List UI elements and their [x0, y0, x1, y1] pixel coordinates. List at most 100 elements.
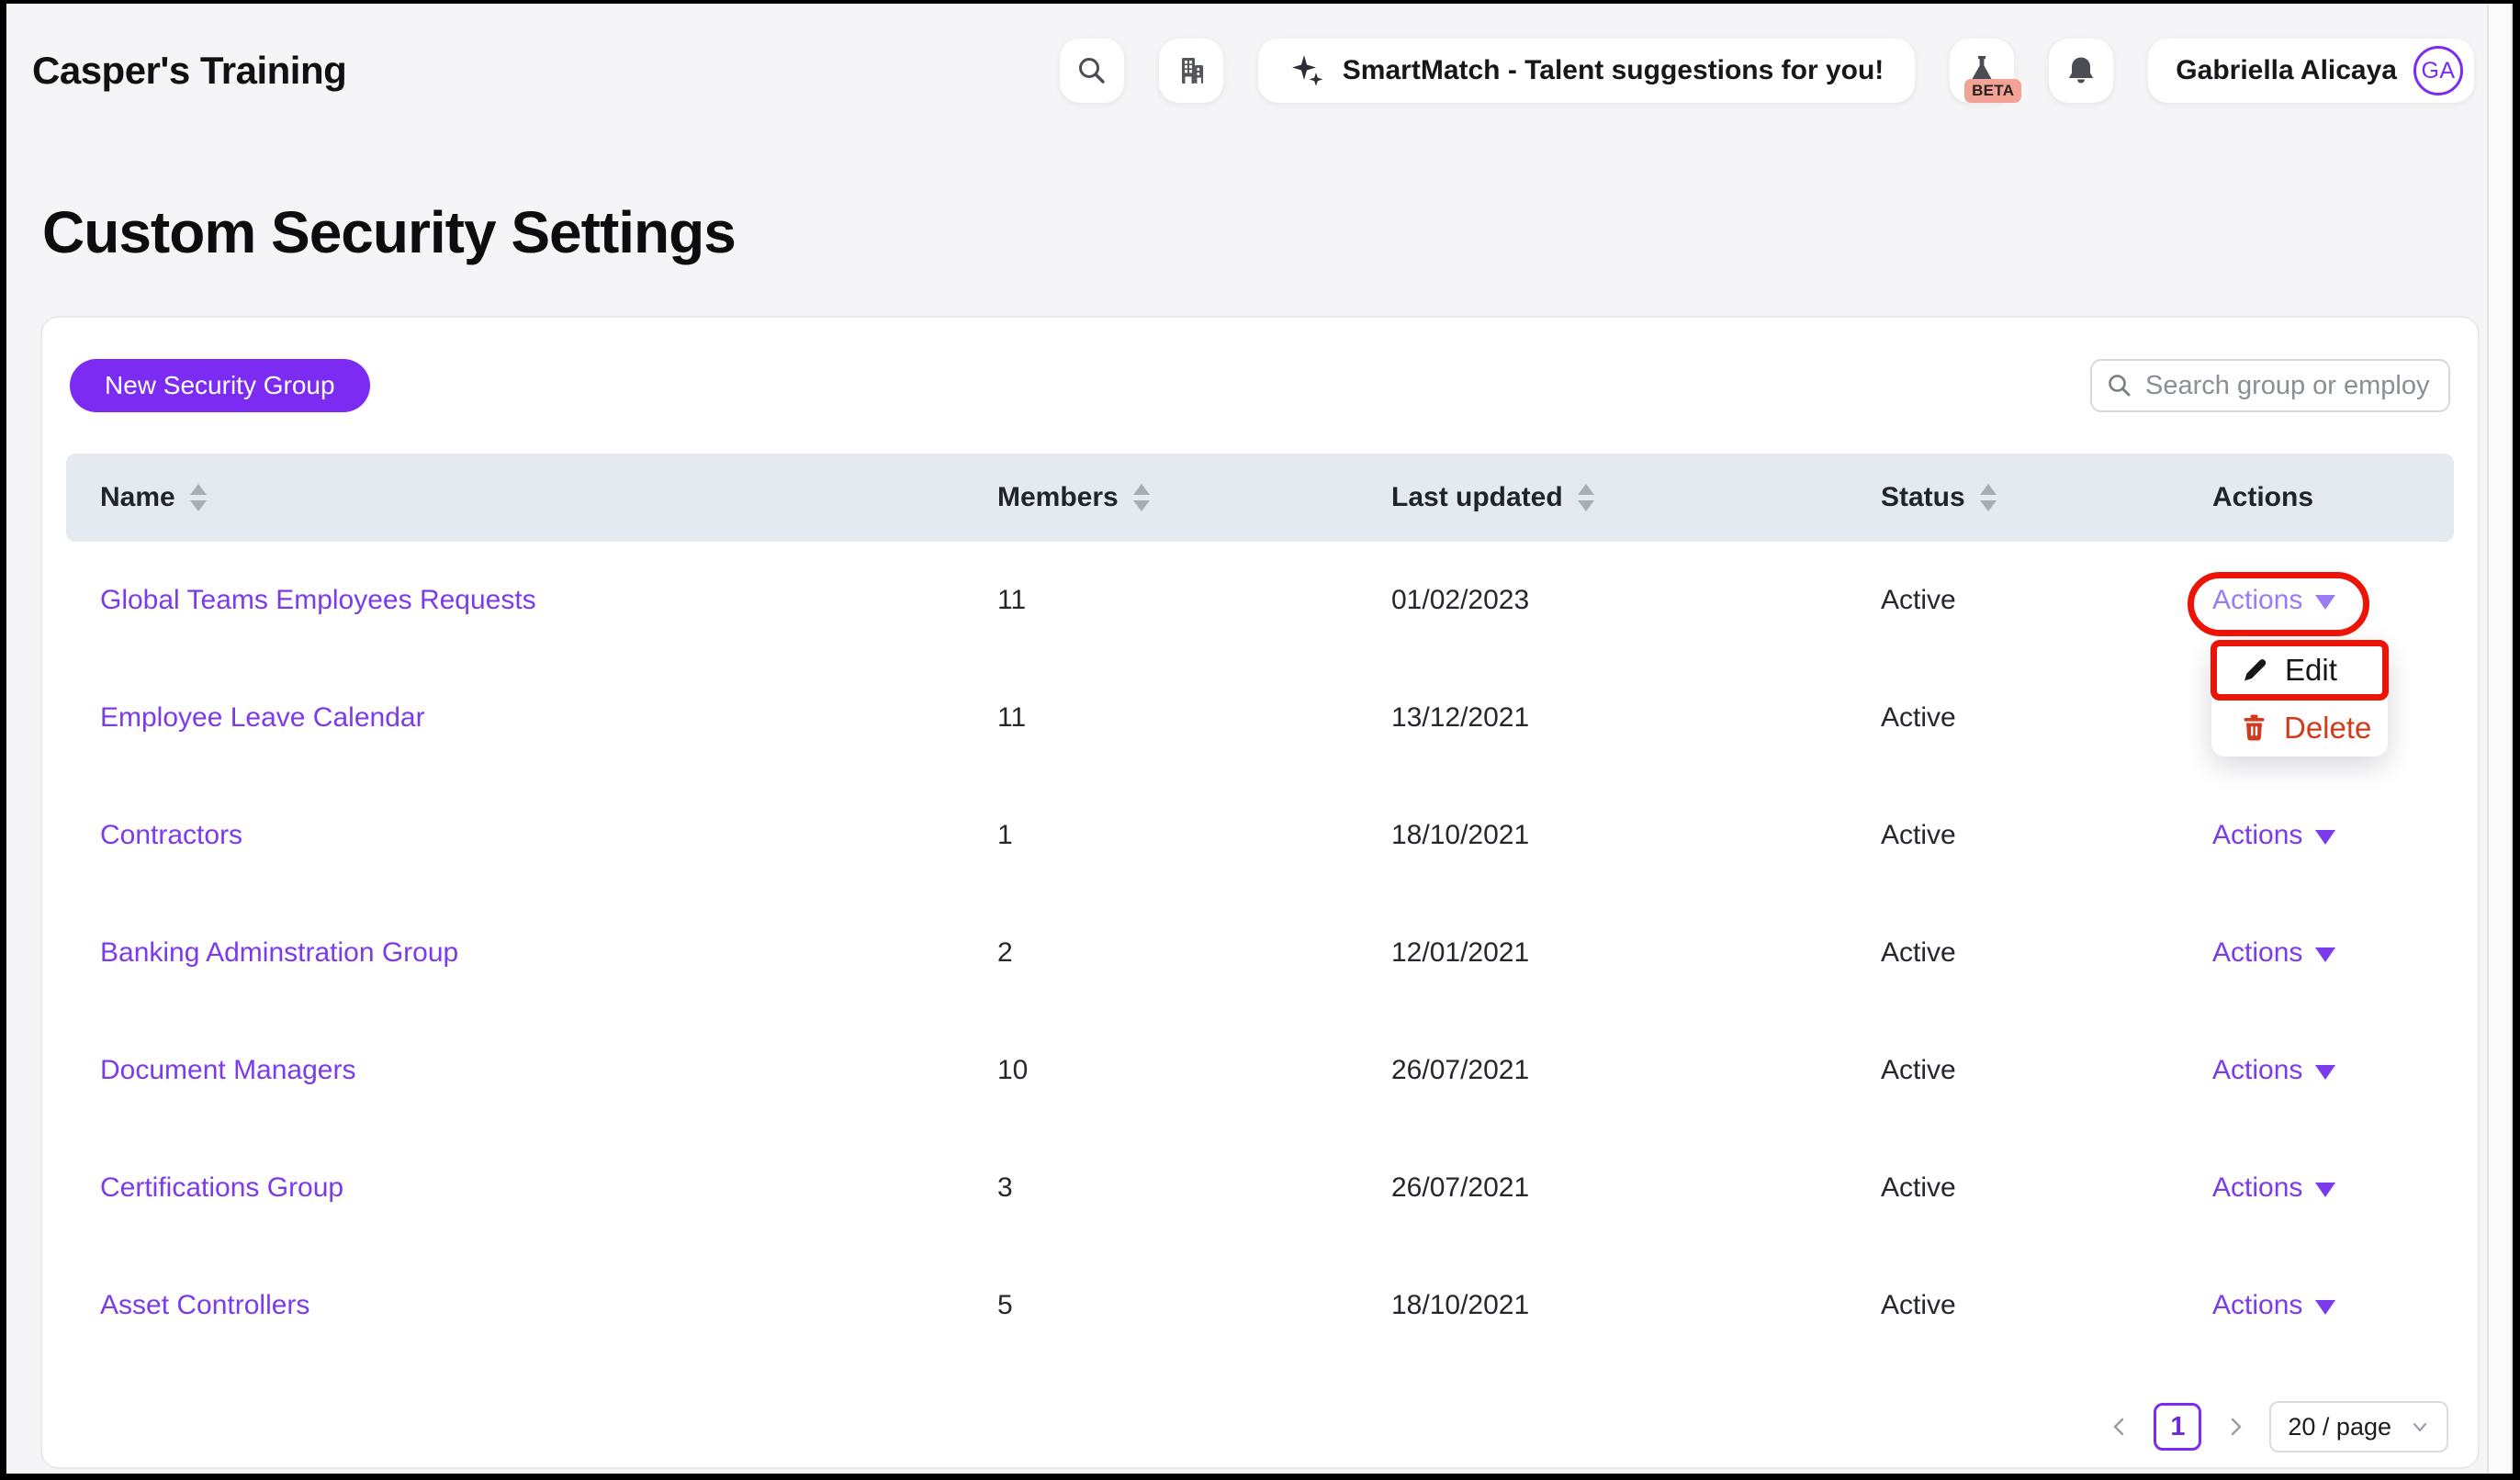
- actions-label: Actions: [2212, 1055, 2302, 1086]
- sort-icon: [190, 484, 207, 511]
- column-header-status[interactable]: Status: [1847, 482, 2178, 513]
- status-cell: Active: [1847, 820, 2178, 851]
- edit-label: Edit: [2285, 653, 2337, 688]
- status-cell: Active: [1847, 1055, 2178, 1086]
- column-label: Last updated: [1391, 482, 1563, 513]
- search-icon: [2107, 373, 2132, 398]
- table-row: Certifications Group 3 26/07/2021 Active…: [66, 1129, 2454, 1247]
- chevron-down-icon: [2315, 1183, 2335, 1197]
- app-window: Casper's Training: [6, 4, 2513, 1474]
- chevron-down-icon: [2410, 1417, 2430, 1437]
- table-row: Banking Adminstration Group 2 12/01/2021…: [66, 894, 2454, 1012]
- smartmatch-label: SmartMatch - Talent suggestions for you!: [1343, 55, 1884, 86]
- group-name-link[interactable]: Contractors: [100, 820, 242, 850]
- page-size-select[interactable]: 20 / page: [2269, 1401, 2448, 1452]
- status-cell: Active: [1847, 702, 2178, 734]
- group-name-link[interactable]: Global Teams Employees Requests: [100, 585, 536, 615]
- avatar: GA: [2413, 46, 2463, 95]
- trash-icon: [2241, 713, 2267, 742]
- app-title: Casper's Training: [32, 49, 346, 93]
- column-header-name[interactable]: Name: [66, 482, 963, 513]
- topbar-actions: SmartMatch - Talent suggestions for you!…: [1060, 39, 2474, 103]
- next-page-button[interactable]: [2222, 1413, 2249, 1441]
- scrollbar[interactable]: [2487, 4, 2513, 1474]
- group-name-link[interactable]: Document Managers: [100, 1055, 355, 1085]
- members-cell: 11: [963, 702, 1357, 734]
- actions-label: Actions: [2212, 937, 2302, 969]
- smartmatch-button[interactable]: SmartMatch - Talent suggestions for you!: [1258, 39, 1916, 103]
- chevron-down-icon: [2315, 947, 2335, 962]
- table-row: Contractors 1 18/10/2021 Active Actions: [66, 777, 2454, 894]
- building-icon: [1176, 55, 1207, 86]
- chevron-down-icon: [2315, 1300, 2335, 1315]
- column-header-members[interactable]: Members: [963, 482, 1357, 513]
- table-body: Global Teams Employees Requests 11 01/02…: [66, 542, 2454, 1364]
- last-updated-cell: 13/12/2021: [1357, 702, 1847, 734]
- actions-label: Actions: [2212, 1172, 2302, 1204]
- group-name-link[interactable]: Certifications Group: [100, 1172, 343, 1203]
- actions-dropdown-button[interactable]: Actions: [2212, 1172, 2335, 1204]
- table-row: Employee Leave Calendar 11 13/12/2021 Ac…: [66, 659, 2454, 777]
- delete-label: Delete: [2284, 711, 2371, 746]
- current-page-button[interactable]: 1: [2154, 1403, 2201, 1451]
- status-cell: Active: [1847, 1290, 2178, 1321]
- table-row: Document Managers 10 26/07/2021 Active A…: [66, 1012, 2454, 1129]
- column-label: Members: [997, 482, 1119, 513]
- search-icon: [1076, 55, 1108, 86]
- new-security-group-button[interactable]: New Security Group: [70, 359, 370, 412]
- members-cell: 10: [963, 1055, 1357, 1086]
- pencil-icon: [2241, 656, 2268, 684]
- actions-label: Actions: [2212, 585, 2302, 616]
- user-menu-button[interactable]: Gabriella Alicaya GA: [2148, 39, 2474, 103]
- last-updated-cell: 12/01/2021: [1357, 937, 1847, 969]
- last-updated-cell: 18/10/2021: [1357, 1290, 1847, 1321]
- delete-menu-item[interactable]: Delete: [2211, 699, 2388, 757]
- topbar: Casper's Training: [6, 4, 2487, 138]
- column-header-actions: Actions: [2178, 482, 2454, 513]
- page-title: Custom Security Settings: [42, 198, 736, 266]
- chevron-down-icon: [2315, 830, 2335, 845]
- actions-label: Actions: [2212, 1290, 2302, 1321]
- edit-menu-item[interactable]: Edit: [2211, 641, 2388, 699]
- actions-dropdown-menu: Edit Delete: [2211, 641, 2388, 757]
- column-label: Actions: [2212, 482, 2313, 513]
- company-button[interactable]: [1159, 39, 1223, 103]
- actions-dropdown-button[interactable]: Actions: [2212, 820, 2335, 851]
- sparkles-icon: [1289, 52, 1326, 89]
- bell-icon: [2064, 54, 2098, 87]
- page-size-value: 20 / page: [2288, 1413, 2391, 1441]
- actions-dropdown-button[interactable]: Actions: [2212, 937, 2335, 969]
- group-search-input[interactable]: [2145, 371, 2434, 401]
- members-cell: 2: [963, 937, 1357, 969]
- group-name-link[interactable]: Banking Adminstration Group: [100, 937, 458, 968]
- members-cell: 1: [963, 820, 1357, 851]
- prev-page-button[interactable]: [2106, 1413, 2133, 1441]
- group-name-link[interactable]: Employee Leave Calendar: [100, 702, 425, 733]
- column-header-last-updated[interactable]: Last updated: [1357, 482, 1847, 513]
- table-row: Asset Controllers 5 18/10/2021 Active Ac…: [66, 1247, 2454, 1364]
- security-groups-card: New Security Group Name Members: [40, 316, 2480, 1469]
- group-search-box[interactable]: [2090, 359, 2450, 412]
- pagination: 1 20 / page: [2106, 1401, 2448, 1452]
- notifications-button[interactable]: [2049, 39, 2113, 103]
- actions-dropdown-button[interactable]: Actions: [2212, 1290, 2335, 1321]
- actions-dropdown-button[interactable]: Actions: [2212, 585, 2335, 616]
- beta-lab-button[interactable]: BETA: [1950, 39, 2014, 103]
- beta-badge: BETA: [1964, 79, 2021, 103]
- actions-dropdown-button[interactable]: Actions: [2212, 1055, 2335, 1086]
- chevron-down-icon: [2315, 595, 2335, 610]
- last-updated-cell: 26/07/2021: [1357, 1172, 1847, 1204]
- chevron-down-icon: [2315, 1065, 2335, 1080]
- status-cell: Active: [1847, 585, 2178, 616]
- user-name: Gabriella Alicaya: [2176, 55, 2397, 86]
- group-name-link[interactable]: Asset Controllers: [100, 1290, 309, 1320]
- last-updated-cell: 18/10/2021: [1357, 820, 1847, 851]
- last-updated-cell: 01/02/2023: [1357, 585, 1847, 616]
- table-header: Name Members Last updated Status Actions: [66, 454, 2454, 542]
- table-row: Global Teams Employees Requests 11 01/02…: [66, 542, 2454, 659]
- last-updated-cell: 26/07/2021: [1357, 1055, 1847, 1086]
- members-cell: 11: [963, 585, 1357, 616]
- status-cell: Active: [1847, 1172, 2178, 1204]
- members-cell: 3: [963, 1172, 1357, 1204]
- search-button[interactable]: [1060, 39, 1124, 103]
